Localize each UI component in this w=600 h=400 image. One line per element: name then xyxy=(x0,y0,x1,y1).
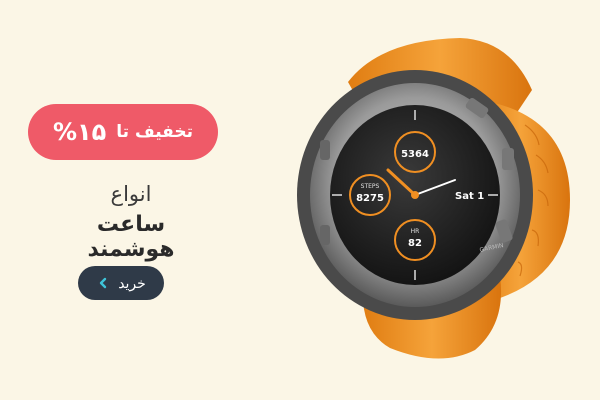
bottom-subdial-label: HR xyxy=(411,228,420,235)
date-display: Sat 1 xyxy=(455,191,484,202)
top-subdial-value: 5364 xyxy=(401,149,429,160)
headline: انواع ساعت هوشمند xyxy=(70,182,192,262)
left-subdial-value: 8275 xyxy=(356,193,384,204)
left-subdial-label: STEPS xyxy=(361,183,380,190)
chevron-left-icon xyxy=(96,276,110,290)
buy-button-label: خرید xyxy=(118,274,146,291)
discount-badge: تخفیف تا %۱۵ xyxy=(28,104,218,160)
headline-line2: ساعت هوشمند xyxy=(87,212,175,262)
headline-line1: انواع xyxy=(110,182,152,206)
buy-button[interactable]: خرید xyxy=(78,266,164,300)
bottom-subdial-value: 82 xyxy=(408,238,422,249)
discount-label: تخفیف تا xyxy=(116,122,194,142)
smartwatch-image: 5364 STEPS 8275 Sat 1 HR 82 GARMIN xyxy=(270,30,600,375)
promo-banner[interactable]: تخفیف تا %۱۵ انواع ساعت هوشمند خرید 5364… xyxy=(0,0,600,400)
discount-value: %۱۵ xyxy=(52,118,107,146)
